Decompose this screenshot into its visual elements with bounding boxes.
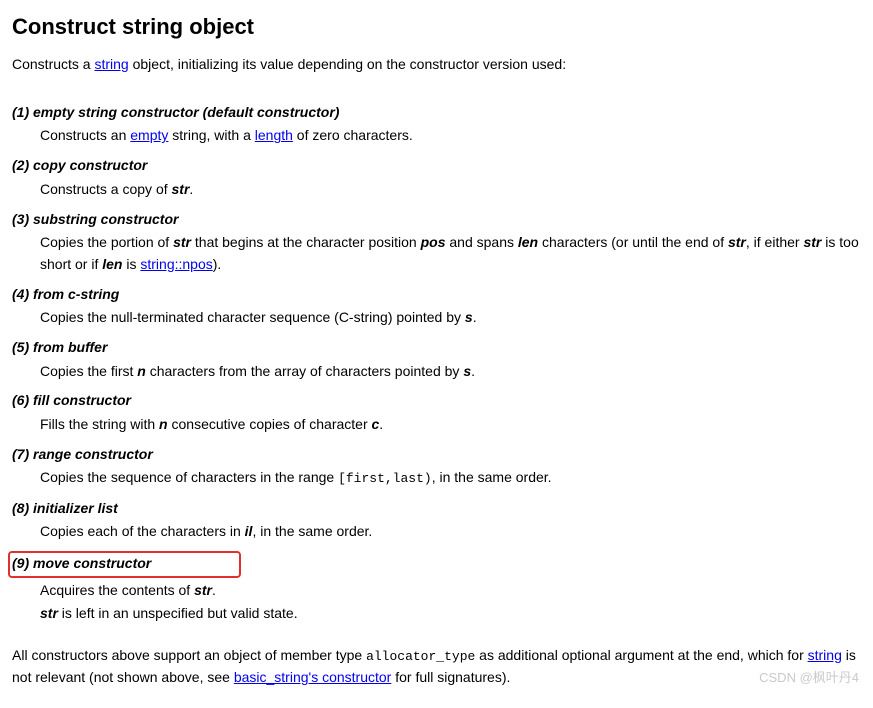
constructor-heading-8: (8) initializer list [12,498,861,520]
constructor-desc-2: Constructs a copy of str. [40,179,861,201]
constructor-heading-7: (7) range constructor [12,444,861,466]
constructor-desc-7: Copies the sequence of characters in the… [40,467,861,489]
constructor-item-2: (2) copy constructorConstructs a copy of… [12,155,861,200]
constructor-desc-9: Acquires the contents of str.str is left… [40,580,861,625]
constructor-item-1: (1) empty string constructor (default co… [12,102,861,147]
constructor-heading-2: (2) copy constructor [12,155,861,177]
link-string[interactable]: string [94,56,128,72]
constructor-heading-5: (5) from buffer [12,337,861,359]
constructor-item-9: (9) move constructorAcquires the content… [12,551,861,625]
page-title: Construct string object [12,10,861,44]
intro-paragraph: Constructs a string object, initializing… [12,54,861,76]
constructor-heading-9: (9) move constructor [12,551,861,578]
constructor-item-6: (6) fill constructorFills the string wit… [12,390,861,435]
link-length[interactable]: length [255,127,293,143]
link-basic-string[interactable]: basic_string's constructor [234,669,392,685]
footnote: All constructors above support an object… [12,645,861,689]
constructor-desc-1: Constructs an empty string, with a lengt… [40,125,861,147]
constructor-desc-5: Copies the first n characters from the a… [40,361,861,383]
constructor-heading-6: (6) fill constructor [12,390,861,412]
constructor-item-4: (4) from c-stringCopies the null-termina… [12,284,861,329]
constructor-item-8: (8) initializer listCopies each of the c… [12,498,861,543]
link-npos[interactable]: string::npos [140,256,212,272]
constructor-item-5: (5) from bufferCopies the first n charac… [12,337,861,382]
constructor-desc-4: Copies the null-terminated character seq… [40,307,861,329]
constructor-heading-3: (3) substring constructor [12,209,861,231]
constructor-desc-6: Fills the string with n consecutive copi… [40,414,861,436]
constructor-item-3: (3) substring constructorCopies the port… [12,209,861,276]
constructor-desc-3: Copies the portion of str that begins at… [40,232,861,275]
constructor-heading-1: (1) empty string constructor (default co… [12,102,861,124]
constructor-heading-4: (4) from c-string [12,284,861,306]
constructor-item-7: (7) range constructorCopies the sequence… [12,444,861,490]
link-empty[interactable]: empty [130,127,168,143]
highlight-box: (9) move constructor [8,551,241,578]
constructor-desc-8: Copies each of the characters in il, in … [40,521,861,543]
link-string-footnote[interactable]: string [808,647,842,663]
